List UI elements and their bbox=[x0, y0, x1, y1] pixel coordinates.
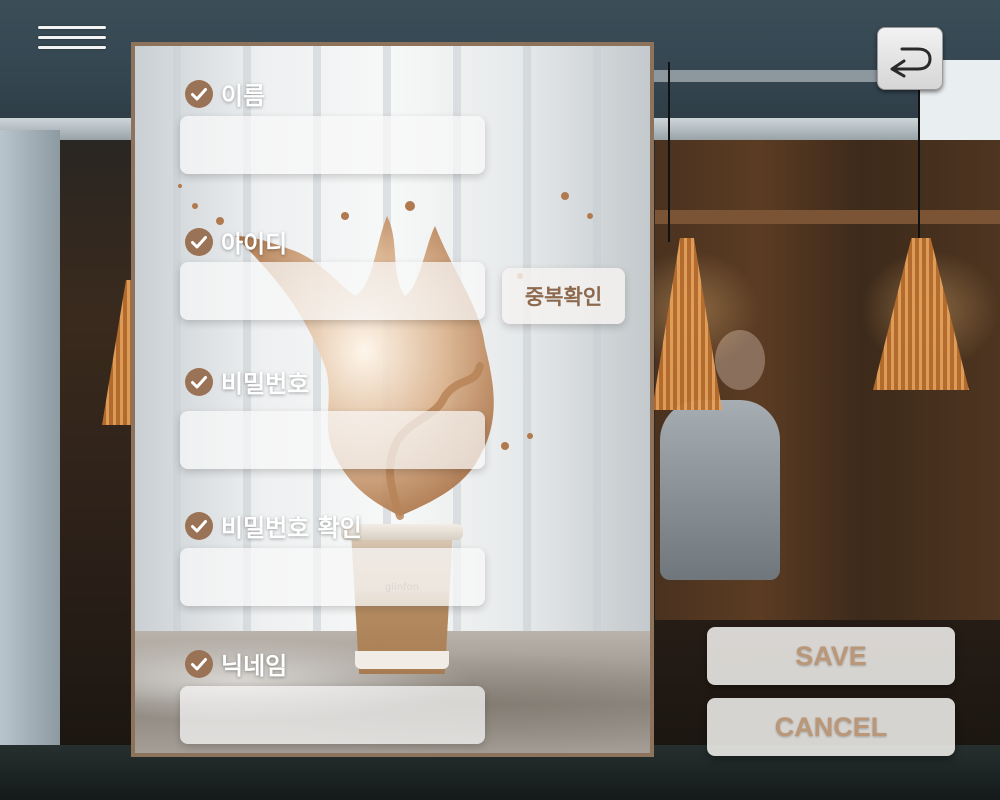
check-circle-icon bbox=[185, 511, 213, 540]
name-label: 이름 bbox=[185, 76, 265, 111]
save-button[interactable]: SAVE bbox=[707, 627, 955, 685]
name-label-text: 이름 bbox=[221, 82, 266, 110]
check-circle-icon bbox=[185, 79, 213, 108]
password-confirm-input[interactable] bbox=[180, 548, 485, 606]
nickname-label-text: 닉네임 bbox=[221, 652, 288, 680]
password-input[interactable] bbox=[180, 411, 485, 469]
hamburger-icon bbox=[38, 26, 106, 49]
password-label: 비밀번호 bbox=[185, 364, 309, 399]
name-input[interactable] bbox=[180, 116, 485, 174]
check-circle-icon bbox=[185, 227, 213, 256]
lamp-cord bbox=[918, 80, 920, 240]
password-label-text: 비밀번호 bbox=[221, 370, 310, 398]
signup-panel: glinfon 이름 아이디 중복확인 비밀번호 비밀번호 확인 닉네임 bbox=[131, 42, 654, 757]
password-confirm-label: 비밀번호 확인 bbox=[185, 508, 362, 543]
back-button[interactable] bbox=[877, 27, 943, 90]
id-label-text: 아이디 bbox=[221, 230, 288, 258]
left-wall bbox=[0, 130, 60, 750]
back-arrow-icon bbox=[890, 47, 932, 77]
password-confirm-label-text: 비밀번호 확인 bbox=[221, 514, 362, 542]
cup-base bbox=[355, 651, 449, 669]
nickname-input[interactable] bbox=[180, 686, 485, 744]
check-circle-icon bbox=[185, 367, 213, 396]
id-input[interactable] bbox=[180, 262, 485, 320]
duplicate-check-button[interactable]: 중복확인 bbox=[502, 268, 625, 324]
barista bbox=[660, 400, 780, 580]
menu-button[interactable] bbox=[38, 26, 106, 54]
check-circle-icon bbox=[185, 649, 213, 678]
lamp-cord bbox=[668, 62, 670, 242]
nickname-label: 닉네임 bbox=[185, 646, 287, 681]
id-label: 아이디 bbox=[185, 224, 287, 259]
wood-shelf bbox=[655, 210, 1000, 224]
cancel-button[interactable]: CANCEL bbox=[707, 698, 955, 756]
